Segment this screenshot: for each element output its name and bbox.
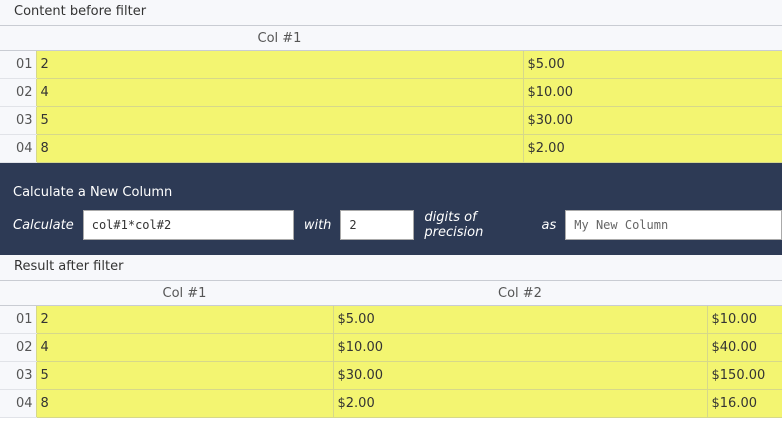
calculate-panel-title: Calculate a New Column [13, 185, 173, 200]
table-cell[interactable]: $30.00 [522, 106, 782, 135]
calculate-form-row: Calculate with digits of precision as [13, 210, 782, 240]
table-cell[interactable]: 8 [35, 134, 523, 163]
column-header[interactable]: Col #1 [36, 281, 333, 306]
row-number: 01 [0, 50, 36, 79]
table-cell[interactable]: $5.00 [522, 50, 782, 79]
column-header[interactable]: Col #1 [36, 26, 523, 51]
after-section-label: Result after filter [0, 255, 782, 281]
table-row: 01 2 $5.00 $10.00 [0, 305, 782, 334]
table-cell[interactable]: 2 [35, 305, 333, 334]
column-header[interactable]: Col #2 [333, 281, 707, 306]
table-cell[interactable]: $2.00 [522, 134, 782, 163]
table-cell[interactable]: $40.00 [706, 333, 782, 362]
calculate-column-panel: Calculate a New Column Calculate with di… [0, 163, 782, 255]
after-table: Col #1 Col #2 01 2 $5.00 $10.00 02 4 $10… [0, 281, 782, 418]
table-row: 01 2 $5.00 [0, 50, 782, 79]
table-cell[interactable]: $2.00 [332, 389, 707, 418]
table-cell[interactable]: $10.00 [332, 333, 707, 362]
table-row: 02 4 $10.00 [0, 78, 782, 107]
table-row: 04 8 $2.00 [0, 134, 782, 163]
column-header-empty [523, 26, 782, 51]
column-header-empty [707, 281, 782, 306]
table-cell[interactable]: $30.00 [332, 361, 707, 390]
as-label: as [541, 217, 557, 233]
row-number-header [0, 26, 36, 51]
table-cell[interactable]: 5 [35, 361, 333, 390]
new-column-name-input[interactable] [565, 210, 782, 240]
row-number: 04 [0, 389, 36, 418]
row-number: 02 [0, 333, 36, 362]
table-row: 03 5 $30.00 [0, 106, 782, 135]
row-number: 04 [0, 134, 36, 163]
row-number: 01 [0, 305, 36, 334]
table-cell[interactable]: $16.00 [706, 389, 782, 418]
table-cell[interactable]: 4 [35, 333, 333, 362]
table-cell[interactable]: 4 [35, 78, 523, 107]
before-table: Col #1 01 2 $5.00 02 4 $10.00 03 5 $30.0… [0, 26, 782, 163]
table-cell[interactable]: 8 [35, 389, 333, 418]
digits-of-precision-label: digits of precision [424, 210, 484, 240]
row-number: 03 [0, 361, 36, 390]
table-cell[interactable]: 2 [35, 50, 523, 79]
table-cell[interactable]: $10.00 [522, 78, 782, 107]
with-label: with [303, 217, 332, 233]
table-row: 02 4 $10.00 $40.00 [0, 333, 782, 362]
calculate-label: Calculate [13, 217, 74, 233]
table-cell[interactable]: $10.00 [706, 305, 782, 334]
row-number: 02 [0, 78, 36, 107]
expression-input[interactable] [82, 210, 294, 240]
before-table-header: Col #1 [0, 26, 782, 51]
table-cell[interactable]: 5 [35, 106, 523, 135]
table-row: 03 5 $30.00 $150.00 [0, 361, 782, 390]
table-cell[interactable]: $150.00 [706, 361, 782, 390]
after-table-header: Col #1 Col #2 [0, 281, 782, 306]
before-section-label: Content before filter [0, 0, 782, 26]
row-number: 03 [0, 106, 36, 135]
precision-input[interactable] [340, 210, 415, 240]
table-row: 04 8 $2.00 $16.00 [0, 389, 782, 418]
table-cell[interactable]: $5.00 [332, 305, 707, 334]
row-number-header [0, 281, 36, 306]
